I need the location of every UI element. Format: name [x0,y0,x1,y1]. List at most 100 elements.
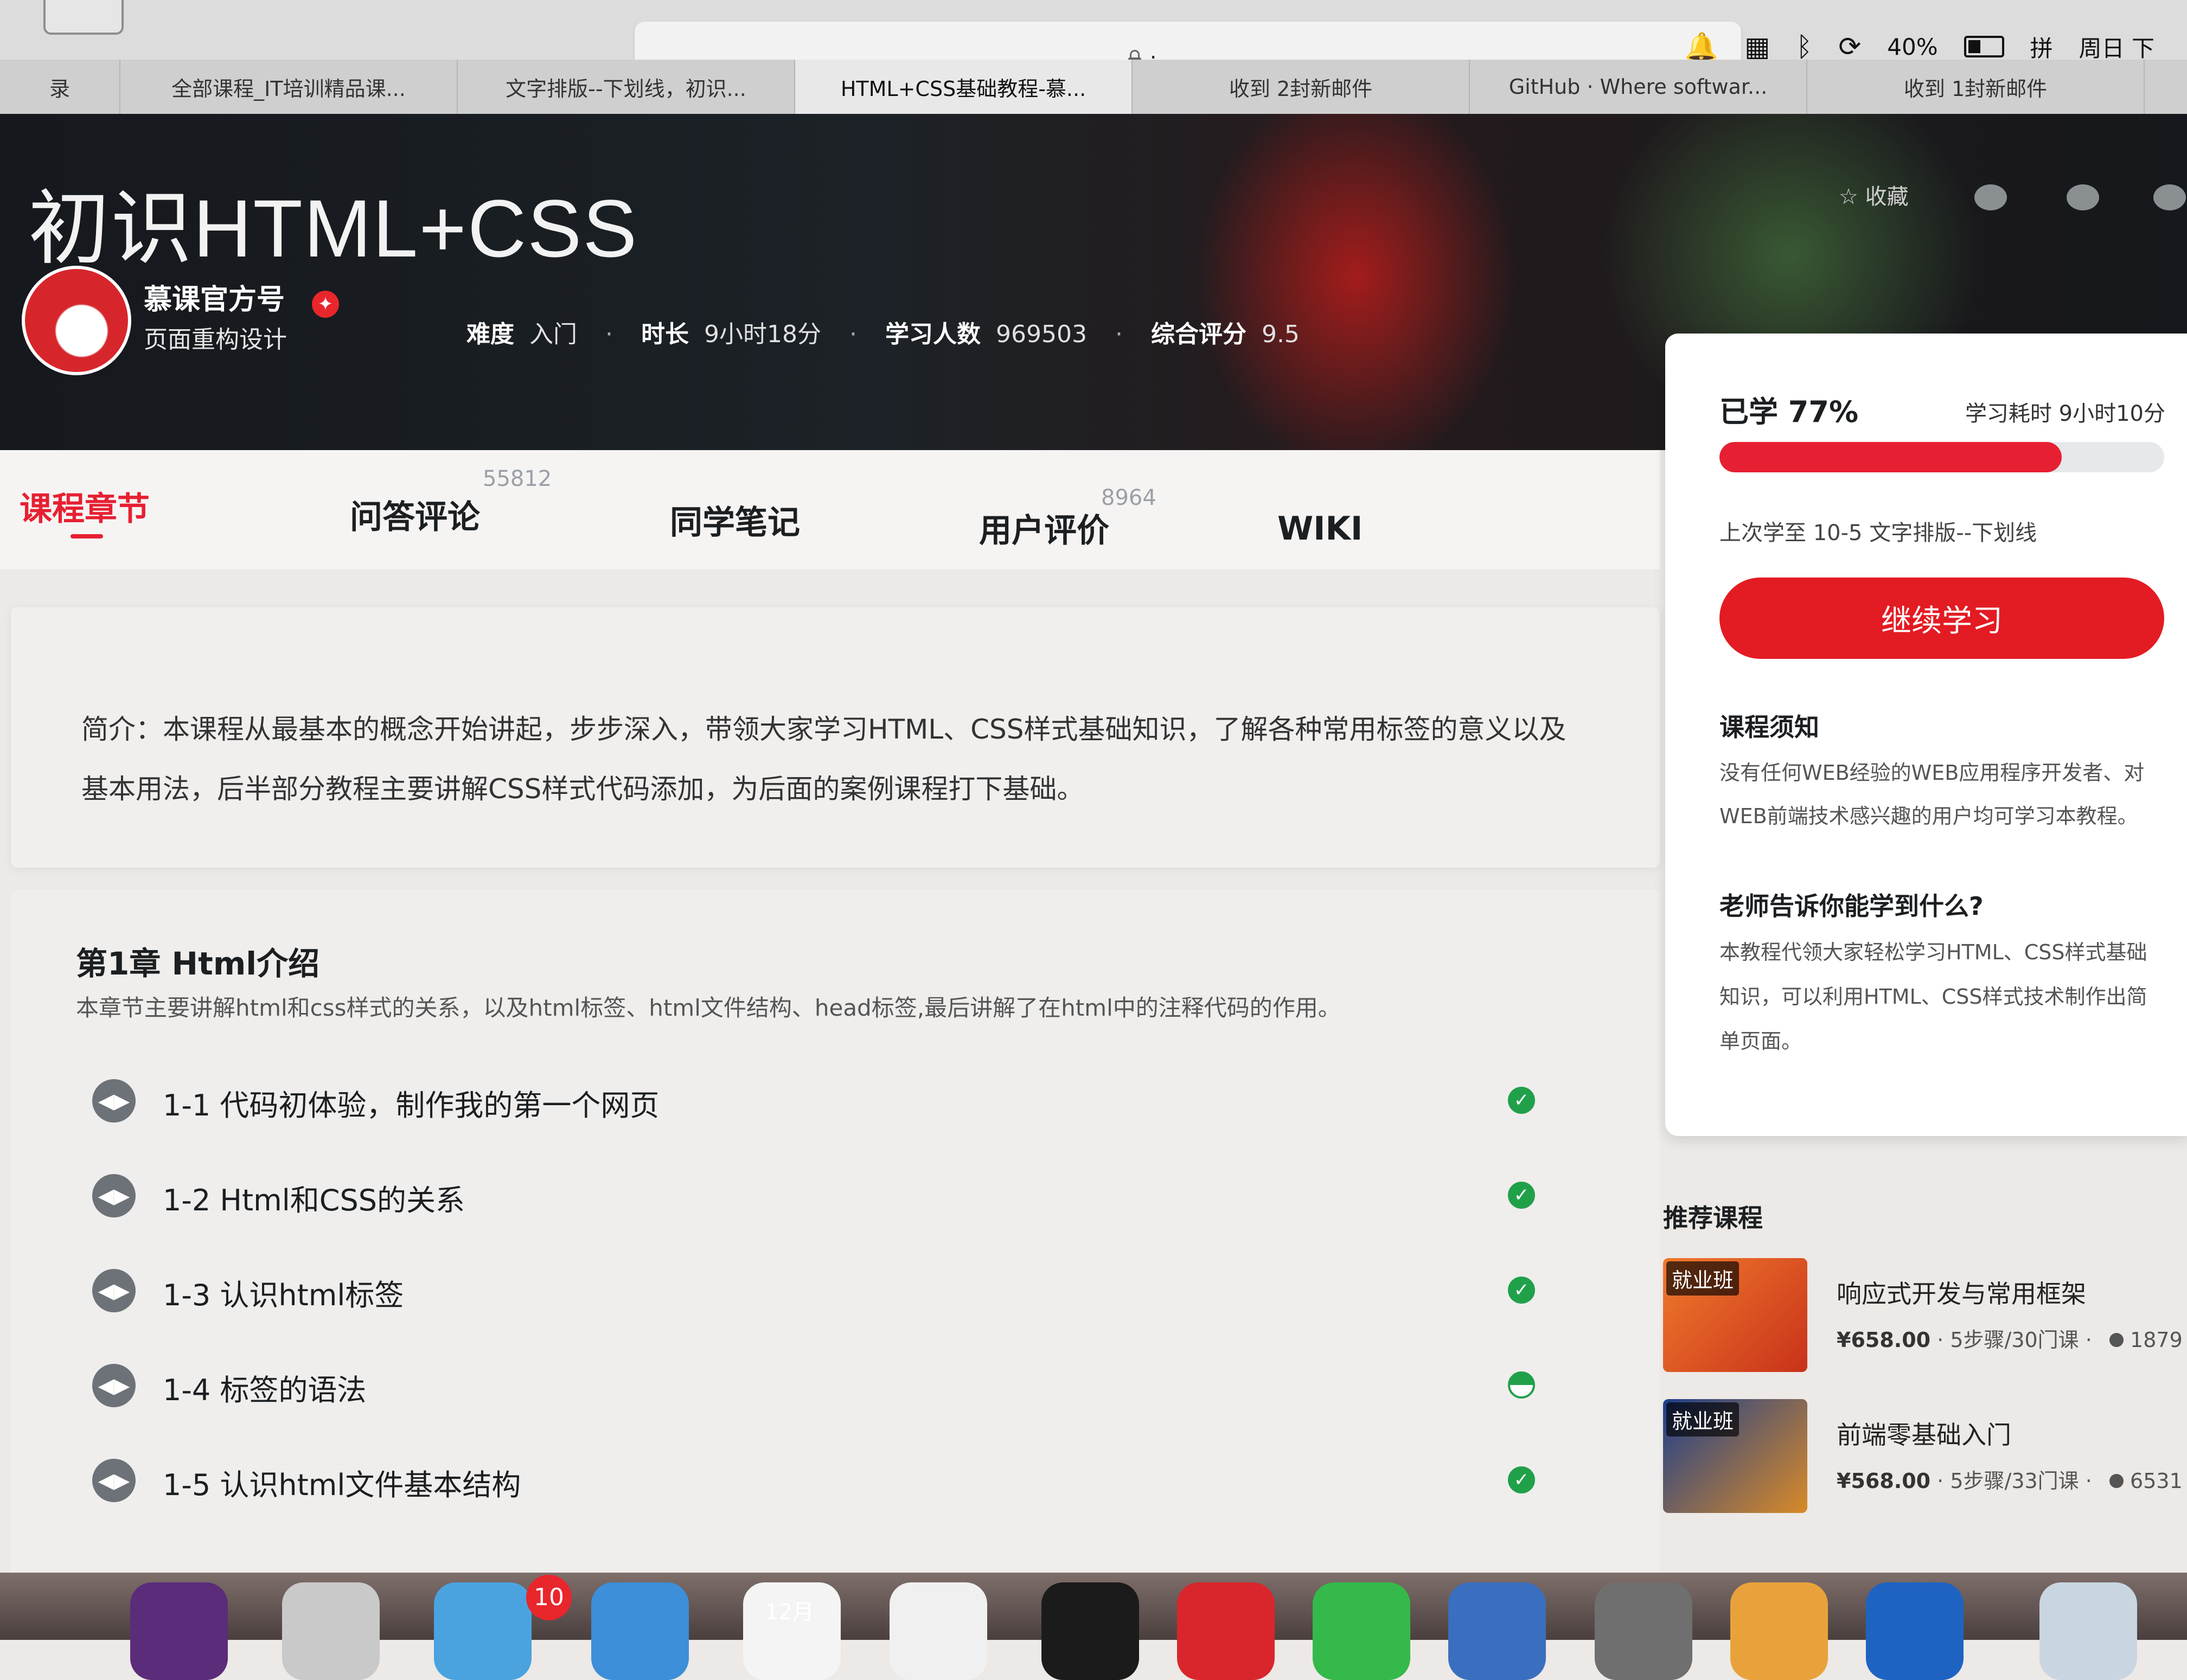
meta-key: 学习人数 [885,320,981,348]
browser-tab-bar: 录 全部课程_IT培训精品课... 文字排版--下划线，初识... HTML+C… [0,60,2187,114]
browser-tab[interactable]: 收到 1封新邮件 [1807,60,2145,114]
course-steps: 5步骤/30门课 [1950,1328,2079,1352]
lesson-row[interactable]: ◀▶ 1-2 Html和CSS的关系 ✓ [92,1163,1546,1228]
favorite-label: 收藏 [1865,184,1909,209]
meta-difficulty: 入门 [529,320,577,348]
pages-icon[interactable] [1730,1582,1828,1680]
recommended-course-card[interactable]: 就业班 前端零基础入门 ¥568.00 · 5步骤/33门课 · 6531 [1663,1399,2187,1524]
tab-reviews[interactable]: 用户评价 [979,504,1109,552]
xcode-icon[interactable] [1448,1582,1546,1680]
tab-qa-count: 55812 [483,466,552,491]
qq-icon[interactable] [1041,1582,1139,1680]
siri-icon[interactable] [130,1582,228,1680]
progress-bar [1719,442,2164,472]
course-thumbnail[interactable]: 就业班 [1663,1399,1807,1513]
tab-reviews-count: 8964 [1101,485,1156,510]
lesson-label: 1-1 代码初体验，制作我的第一个网页 [163,1088,660,1123]
bluetooth-icon[interactable]: ᛒ [1796,31,1812,62]
meta-key: 时长 [641,320,689,348]
meta-rating: 9.5 [1261,320,1300,348]
meta-duration: 9小时18分 [704,320,821,348]
course-meta: 难度 入门 · 时长 9小时18分 · 学习人数 969503 · 综合评分 9… [466,315,1300,349]
video-play-icon: ◀▶ [92,1079,136,1123]
lesson-in-progress-icon [1508,1371,1535,1399]
progress-card: 已学 77% 学习耗时 9小时10分 上次学至 10-5 文字排版--下划线 继… [1665,334,2187,1136]
tab-notes[interactable]: 同学笔记 [670,496,800,543]
last-studied[interactable]: 上次学至 10-5 文字排版--下划线 [1719,515,2037,547]
course-title-link[interactable]: 前端零基础入门 [1837,1415,2011,1451]
sync-icon[interactable]: ⟳ [1838,31,1861,62]
browser-tab[interactable]: 全部课程_IT培训精品课... [120,60,458,114]
lesson-complete-icon: ✓ [1508,1182,1535,1209]
qq-share-icon[interactable] [2067,184,2099,210]
vscode-icon[interactable] [1866,1582,1964,1680]
course-meta: ¥568.00 · 5步骤/33门课 · 6531 [1837,1464,2183,1494]
input-method-indicator[interactable]: 拼 [2030,30,2053,63]
lesson-row[interactable]: ◀▶ 1-5 认识html文件基本结构 ✓ [92,1448,1546,1513]
teacher-avatar[interactable] [22,266,131,375]
macos-dock: 10 12月 [0,1573,2187,1680]
clock[interactable]: 周日 下 [2079,30,2154,63]
course-intro: 简介：本课程从最基本的概念开始讲起，步步深入，带领大家学习HTML、CSS样式基… [11,607,1660,868]
meta-separator: · [849,320,857,348]
continue-learning-button[interactable]: 继续学习 [1719,578,2164,659]
meta-separator: · [1115,320,1123,348]
meta-key: 综合评分 [1150,320,1246,348]
active-tab-indicator [71,534,103,538]
progress-time-spent: 学习耗时 9小时10分 [1965,401,2165,426]
browser-tab-active[interactable]: HTML+CSS基础教程-慕... [795,60,1133,114]
progress-percent: 已学 77% [1719,395,1859,429]
browser-tab[interactable]: 录 [0,60,120,114]
recommended-heading: 推荐课程 [1663,1203,1763,1233]
tab-chapters[interactable]: 课程章节 [20,483,150,530]
browser-tab[interactable]: 文字排版--下划线，初识... [458,60,795,114]
weibo-share-icon[interactable] [2153,184,2186,210]
teacher-name[interactable]: 慕课官方号 [144,277,285,317]
lesson-row[interactable]: ◀▶ 1-4 标签的语法 [92,1353,1546,1418]
tab-qa[interactable]: 问答评论 [350,491,480,538]
course-thumbnail[interactable]: 就业班 [1663,1258,1807,1372]
netease-music-icon[interactable] [1177,1582,1275,1680]
calculator-icon[interactable] [1595,1582,1692,1680]
lesson-row[interactable]: ◀▶ 1-1 代码初体验，制作我的第一个网页 ✓ [92,1068,1546,1133]
lesson-complete-icon: ✓ [1508,1277,1535,1304]
course-title: 初识HTML+CSS [28,183,638,274]
lesson-label: 1-4 标签的语法 [163,1373,367,1407]
course-steps: 5步骤/33门课 [1950,1469,2079,1493]
wechat-share-icon[interactable] [1974,184,2007,210]
lesson-label: 1-3 认识html标签 [163,1278,404,1312]
battery-icon[interactable] [1964,36,2004,57]
chapter-section: 第1章 Html介绍 本章节主要讲解html和css样式的关系，以及html标签… [11,889,1660,1594]
user-icon [2109,1474,2124,1488]
verified-flame-icon: ✦ [312,291,339,318]
notification-icon[interactable]: 🔔 [1685,31,1718,63]
course-title-link[interactable]: 响应式开发与常用框架 [1837,1274,2086,1310]
window-layout-icon[interactable]: ▦ [1744,31,1770,62]
intro-text: 简介：本课程从最基本的概念开始讲起，步步深入，带领大家学习HTML、CSS样式基… [81,714,1566,805]
mail-icon[interactable] [434,1582,532,1680]
tab-wiki[interactable]: WIKI [1277,510,1363,548]
meta-key: 难度 [466,320,514,348]
mail-unread-badge: 10 [526,1575,572,1620]
lesson-complete-icon: ✓ [1508,1087,1535,1114]
browser-tab[interactable]: GitHub · Where softwar... [1470,60,1807,114]
lesson-complete-icon: ✓ [1508,1466,1535,1493]
music-icon[interactable] [890,1582,987,1680]
recommended-course-card[interactable]: 就业班 响应式开发与常用框架 ¥658.00 · 5步骤/30门课 · 1879 [1663,1258,2187,1383]
video-play-icon: ◀▶ [92,1459,136,1502]
browser-toolbar: imooc.com ↻ 🔔 ▦ ᛒ ⟳ 40% 拼 周日 下 [0,0,2187,114]
safari-icon[interactable] [591,1582,689,1680]
favorite-button[interactable]: ☆ 收藏 [1839,179,1909,210]
star-icon: ☆ [1839,184,1858,209]
chapter-title: 第1章 Html介绍 [76,945,320,982]
course-students: 6531 [2130,1469,2183,1493]
lesson-row[interactable]: ◀▶ 1-3 认识html标签 ✓ [92,1258,1546,1323]
lesson-label: 1-5 认识html文件基本结构 [163,1468,521,1502]
video-play-icon: ◀▶ [92,1269,136,1312]
finder-folder-icon[interactable] [2039,1582,2137,1680]
browser-tab[interactable]: 收到 2封新邮件 [1133,60,1470,114]
sidebar-toggle-button[interactable] [43,0,124,35]
wechat-icon[interactable] [1313,1582,1410,1680]
course-price: ¥658.00 [1837,1328,1931,1352]
launchpad-icon[interactable] [282,1582,380,1680]
